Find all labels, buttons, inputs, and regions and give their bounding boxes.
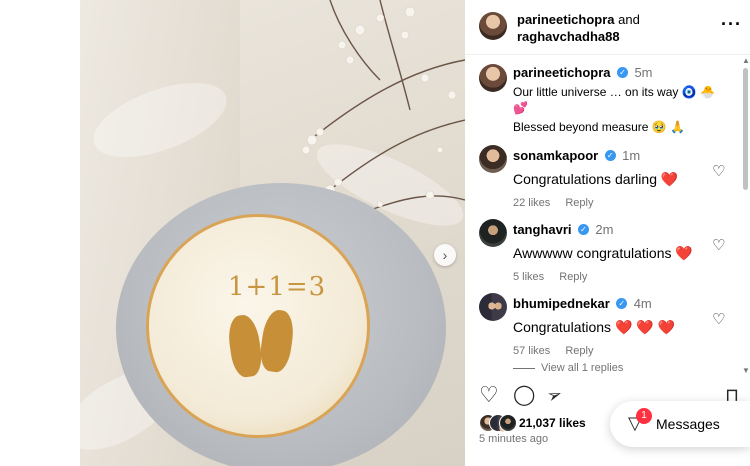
comment-meta: 57 likes Reply	[513, 345, 750, 357]
coauthor-link[interactable]: raghavchadha88	[517, 29, 620, 44]
comment-likes[interactable]: 22 likes	[513, 197, 550, 209]
avatar[interactable]	[479, 219, 507, 247]
caption-time[interactable]: 5m	[634, 65, 652, 80]
avatar[interactable]	[479, 12, 507, 40]
avatar[interactable]	[479, 293, 507, 321]
messages-label: Messages	[656, 416, 720, 432]
scrollbar-thumb[interactable]	[743, 68, 748, 190]
caption-line1: Our little universe … on its way 🧿 🐣 💕	[513, 85, 715, 115]
comment-icon[interactable]: ◯	[513, 382, 535, 408]
comment-meta: 5 likes Reply	[513, 271, 750, 283]
caption: parineetichopra ✓ 5m Our little universe…	[513, 64, 723, 134]
author-names: parineetichopra and raghavchadha88	[517, 11, 640, 45]
cake	[146, 214, 370, 438]
verified-icon: ✓	[604, 150, 616, 162]
post-header: parineetichopra and raghavchadha88 ···	[465, 0, 750, 55]
heart-icon[interactable]: ♡	[479, 382, 499, 408]
likes-count[interactable]: 21,037 likes	[519, 416, 586, 430]
chevron-right-icon[interactable]: ›	[434, 244, 456, 266]
author-link[interactable]: parineetichopra	[517, 12, 615, 27]
comment-time[interactable]: 1m	[622, 148, 640, 163]
comment-time[interactable]: 4m	[634, 296, 652, 311]
avatar	[499, 414, 517, 432]
scroll-down-icon[interactable]: ▼	[742, 366, 750, 375]
reply-button[interactable]: Reply	[559, 271, 587, 283]
post-image[interactable]: 1+1=3	[80, 0, 465, 466]
comment-likes[interactable]: 57 likes	[513, 345, 550, 357]
avatar[interactable]	[479, 145, 507, 173]
view-replies[interactable]: View all 1 replies	[513, 362, 623, 374]
scroll-up-icon[interactable]: ▲	[742, 56, 750, 65]
share-icon[interactable]: ➢	[543, 380, 566, 410]
caption-line2: Blessed beyond measure 🥹 🙏	[513, 120, 685, 134]
cake-text: 1+1=3	[228, 272, 327, 302]
more-horizontal-icon[interactable]: ···	[721, 14, 742, 35]
and-text: and	[618, 12, 640, 27]
comment-username[interactable]: tanghavri	[513, 222, 572, 237]
heart-outline-icon[interactable]: ♡	[712, 310, 725, 328]
heart-outline-icon[interactable]: ♡	[712, 236, 725, 254]
reply-button[interactable]: Reply	[565, 345, 593, 357]
reply-button[interactable]: Reply	[565, 197, 593, 209]
post-time[interactable]: 5 minutes ago	[479, 433, 548, 445]
messages-button[interactable]: ▽ 1 Messages	[610, 401, 750, 447]
comment-username[interactable]: sonamkapoor	[513, 148, 598, 163]
heart-outline-icon[interactable]: ♡	[712, 162, 725, 180]
comment-likes[interactable]: 5 likes	[513, 271, 544, 283]
comment-meta: 22 likes Reply	[513, 197, 750, 209]
caption-username[interactable]: parineetichopra	[513, 65, 611, 80]
post-panel: parineetichopra and raghavchadha88 ··· p…	[465, 0, 750, 466]
avatar[interactable]	[479, 64, 507, 92]
comment-username[interactable]: bhumipednekar	[513, 296, 610, 311]
comment-time[interactable]: 2m	[595, 222, 613, 237]
comments-scrollbar[interactable]: ▲ ▼	[740, 54, 750, 384]
verified-icon: ✓	[577, 224, 589, 236]
verified-icon: ✓	[616, 298, 628, 310]
verified-icon: ✓	[616, 67, 628, 79]
message-badge: 1	[636, 408, 652, 424]
